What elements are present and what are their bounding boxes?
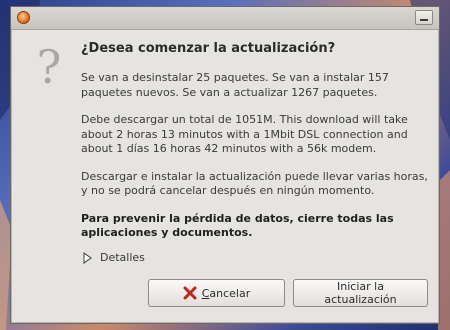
update-dialog: ? ¿Desea comenzar la actualización? Se v… [10,6,440,324]
download-summary: Debe descargar un total de 1051M. This d… [81,113,408,155]
start-upgrade-button[interactable]: Iniciar la actualización [293,279,428,307]
duration-warning: Descargar e instalar la actualización pu… [81,169,428,198]
cancel-button-label: Cancelar [201,286,251,300]
title-bar [11,7,439,30]
cancel-button[interactable]: Cancelar [148,279,285,307]
dialog-content: ¿Desea comenzar la actualización? Se van… [81,41,431,254]
start-button-label: Iniciar la actualización [324,280,397,306]
dialog-heading: ¿Desea comenzar la actualización? [81,41,336,56]
cancel-x-icon [183,286,197,300]
details-label: Detalles [100,251,145,264]
data-loss-warning: Para prevenir la pérdida de datos, cierr… [81,211,394,240]
minimize-button[interactable] [415,10,433,25]
question-mark-icon: ? [36,40,62,94]
app-icon [17,11,30,24]
details-expander[interactable]: Detalles [83,251,145,264]
packages-summary: Se van a desinstalar 25 paquetes. Se van… [81,71,389,99]
expander-arrow-icon [83,251,92,264]
